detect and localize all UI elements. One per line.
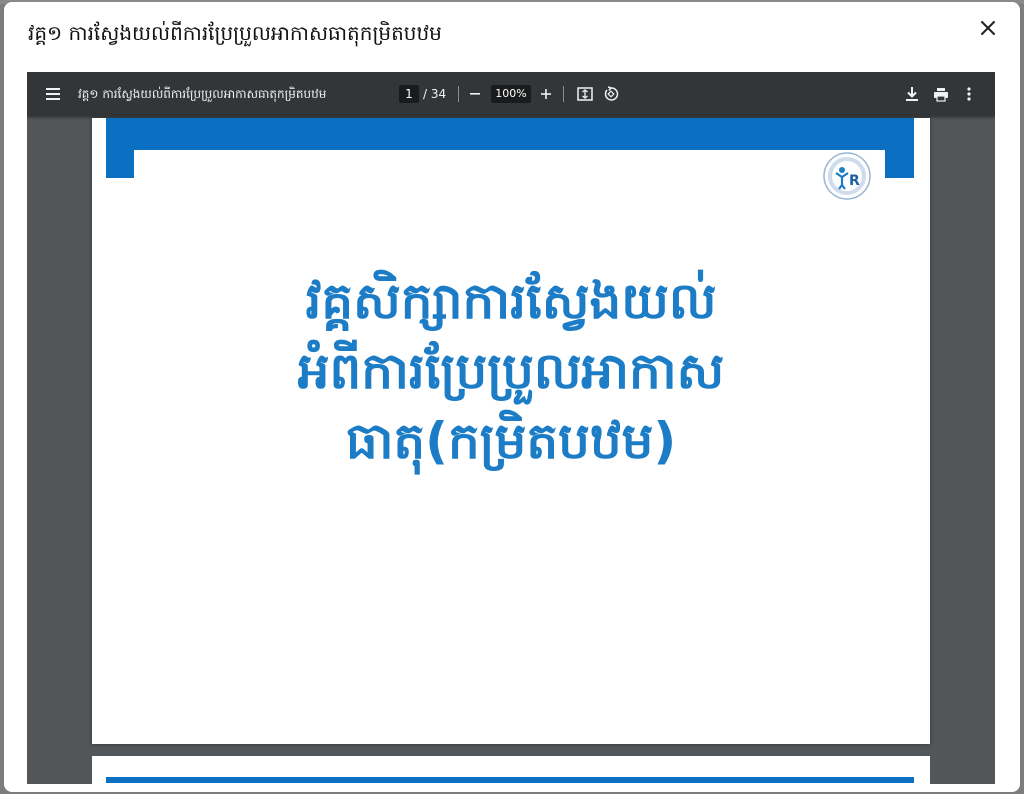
download-button[interactable] <box>902 84 922 104</box>
pdf-page-2 <box>92 756 930 784</box>
header-band <box>106 118 914 150</box>
header-band <box>106 777 914 783</box>
more-options-icon <box>967 87 971 101</box>
pdf-viewer: វគ្គ១ ការស្វែងយល់ពីការប្រែប្រួលអាកាសធាតុ… <box>27 72 995 784</box>
print-icon <box>934 87 948 102</box>
rotate-icon <box>604 86 619 101</box>
close-button[interactable] <box>974 14 1002 42</box>
pdf-toolbar: វគ្គ១ ការស្វែងយល់ពីការប្រែប្រួលអាកាសធាតុ… <box>27 72 995 116</box>
print-button[interactable] <box>931 84 951 104</box>
fit-page-icon <box>577 87 593 101</box>
organization-logo-icon: R <box>823 152 871 200</box>
hamburger-menu-icon <box>46 88 60 100</box>
zoom-out-button[interactable] <box>465 84 485 104</box>
toolbar-divider <box>563 86 564 102</box>
more-options-button[interactable] <box>959 84 979 104</box>
page-number-input[interactable]: 1 <box>399 85 419 103</box>
cover-title-line: អំពីការប្រែប្រួលអាកាស <box>297 342 725 400</box>
page-total: / 34 <box>423 87 447 101</box>
toolbar-divider <box>458 86 459 102</box>
cover-title: វគ្គសិក្សាការស្វែងយល់ អំពីការប្រែប្រួលអា… <box>92 266 930 476</box>
hamburger-menu-button[interactable] <box>43 84 63 104</box>
zoom-in-icon <box>541 89 551 99</box>
zoom-level-input[interactable]: 100% <box>491 85 531 103</box>
download-icon <box>906 87 918 101</box>
cover-title-line: ធាតុ(កម្រិតបឋម) <box>345 412 677 470</box>
close-icon <box>981 21 995 35</box>
header-band-right <box>885 150 914 178</box>
pdf-page-1: R វគ្គសិក្សាការស្វែងយល់ អំពីការប្រែប្រួល… <box>92 118 930 744</box>
pdf-modal-dialog: វគ្គ១ ការស្វែងយល់ពីការប្រែប្រួលអាកាសធាតុ… <box>4 2 1020 792</box>
header-band-left <box>106 150 134 178</box>
modal-title: វគ្គ១ ការស្វែងយល់ពីការប្រែប្រួលអាកាសធាតុ… <box>28 21 442 45</box>
zoom-out-icon <box>470 93 480 95</box>
svg-text:R: R <box>849 173 860 189</box>
zoom-in-button[interactable] <box>536 84 556 104</box>
document-name: វគ្គ១ ការស្វែងយល់ពីការប្រែប្រួលអាកាសធាតុ… <box>78 87 327 101</box>
fit-page-button[interactable] <box>575 84 595 104</box>
rotate-button[interactable] <box>601 84 621 104</box>
cover-title-line: វគ្គសិក្សាការស្វែងយល់ <box>305 272 717 330</box>
